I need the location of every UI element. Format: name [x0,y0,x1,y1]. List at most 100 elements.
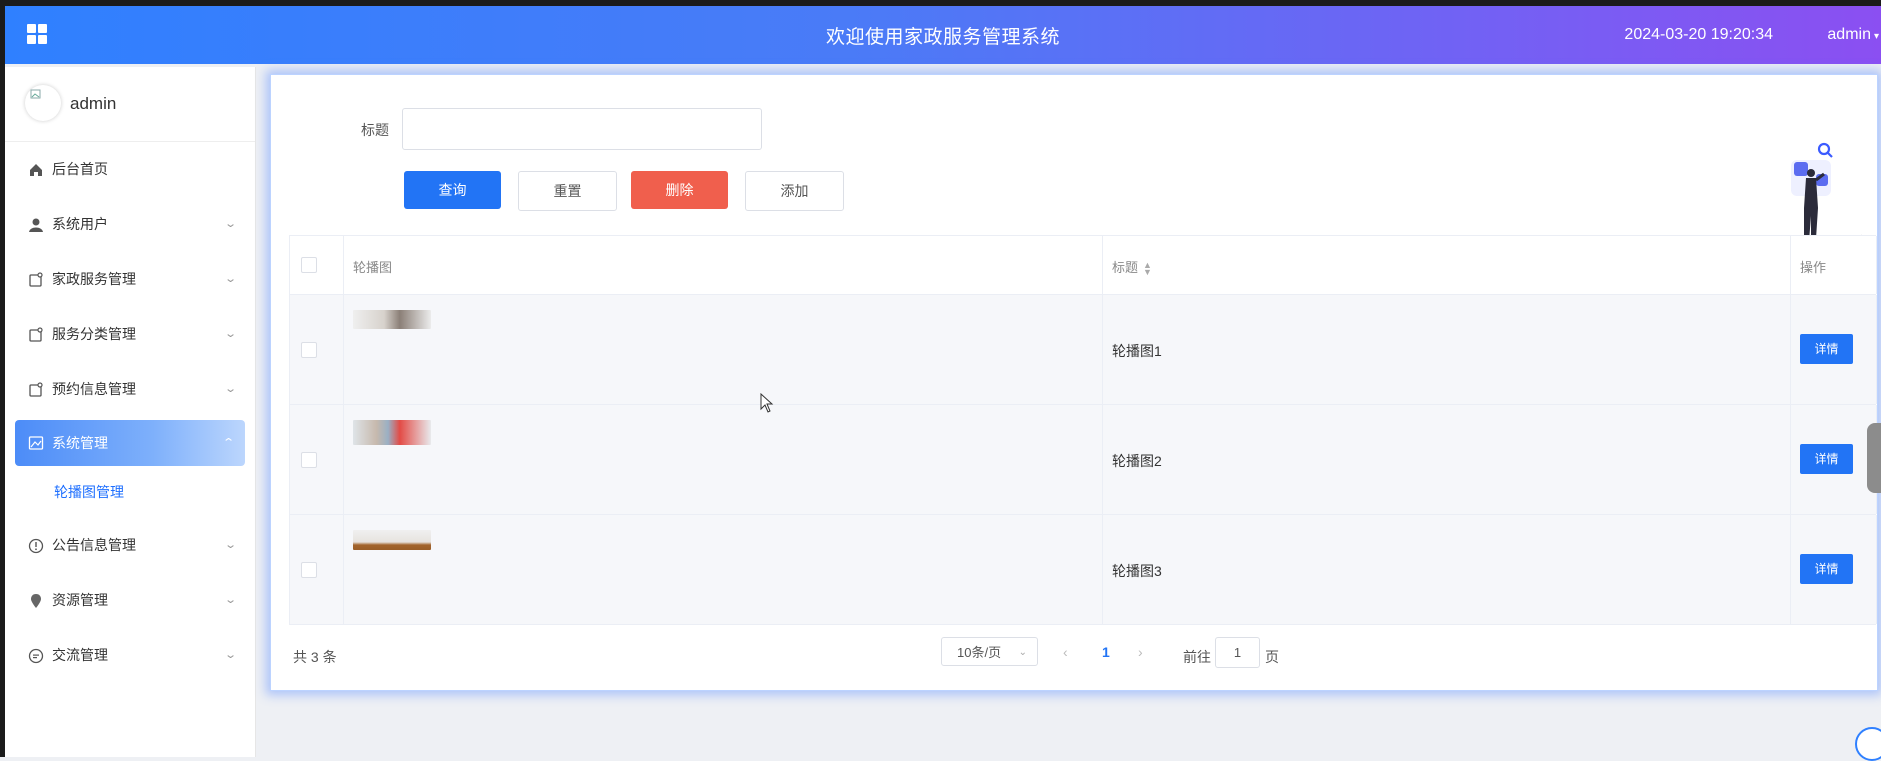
top-header: 欢迎使用家政服务管理系统 2024-03-20 19:20:34 admin ▾ [5,6,1881,64]
carousel-thumbnail [353,310,431,329]
column-header-title-label: 标题 [1112,260,1139,275]
page-size-value: 10条/页 [957,645,1002,660]
pagination-total: 共 3 条 [293,649,337,665]
submenu-item-carousel-management[interactable]: 轮播图管理 [5,466,255,518]
column-header-actions: 操作 [1800,260,1827,275]
title-search-input[interactable] [402,108,762,150]
row-title: 轮播图1 [1112,343,1162,359]
row-check-cell [290,295,344,404]
user-dropdown[interactable]: admin ▾ [1827,26,1879,44]
sidebar-user-name: admin [70,94,117,113]
header-title-cell[interactable]: 标题 ▲ ▼ [1102,236,1791,294]
select-all-checkbox[interactable] [301,257,317,273]
document-icon [29,382,43,397]
floating-widget-icon[interactable] [1855,727,1881,761]
prev-page-button[interactable]: ‹ [1063,644,1068,660]
system-title: 欢迎使用家政服务管理系统 [825,27,1060,48]
sidebar-user-panel: admin [5,67,255,142]
sidebar-item-label: 交流管理 [52,647,108,663]
next-page-button[interactable]: › [1138,644,1143,660]
goto-label: 前往 [1183,649,1211,665]
sidebar-item-home[interactable]: 后台首页 [5,142,255,197]
sort-icon[interactable]: ▲ ▼ [1143,260,1152,276]
add-button[interactable]: 添加 [745,171,844,211]
info-icon [28,538,44,554]
row-checkbox[interactable] [301,562,317,578]
sidebar-item-label: 公告信息管理 [52,537,136,553]
current-page-number[interactable]: 1 [1102,644,1110,660]
document-icon [29,327,43,342]
row-checkbox[interactable] [301,452,317,468]
sidebar-item-communication[interactable]: 交流管理 ⌄ [5,628,255,683]
sidebar-item-service-category[interactable]: 服务分类管理 ⌄ [5,307,255,362]
detail-button[interactable]: 详情 [1800,444,1853,474]
row-image-cell [343,515,1103,624]
sidebar-item-system-users[interactable]: 系统用户 ⌄ [5,197,255,252]
location-icon [31,594,41,608]
goto-page-input[interactable]: 1 [1215,637,1260,668]
column-header-image: 轮播图 [353,260,393,275]
row-image-cell [343,295,1103,404]
table-header-row: 轮播图 标题 ▲ ▼ 操作 [290,236,1877,295]
sidebar-item-label: 系统用户 [52,216,108,232]
mouse-cursor-icon [760,393,774,413]
sidebar-item-appointment[interactable]: 预约信息管理 ⌄ [5,362,255,417]
chevron-down-icon: ⌄ [1018,647,1027,658]
row-check-cell [290,405,344,514]
row-title: 轮播图3 [1112,563,1162,579]
current-datetime: 2024-03-20 19:20:34 [1624,26,1773,43]
image-icon [28,436,44,450]
carousel-thumbnail [353,530,431,550]
sidebar-item-label: 资源管理 [52,592,108,608]
row-checkbox[interactable] [301,342,317,358]
home-icon [30,164,42,176]
sidebar-item-label: 预约信息管理 [52,381,136,397]
chevron-down-icon: ⌄ [223,383,237,395]
header-check-cell [290,236,344,294]
chevron-down-icon: ⌄ [223,328,237,340]
row-actions-cell: 详情 [1790,405,1877,514]
table-row: 轮播图1 详情 [290,295,1877,405]
row-check-cell [290,515,344,624]
chevron-down-icon: ⌄ [223,539,237,551]
sidebar-item-label: 后台首页 [52,161,108,177]
row-title-cell: 轮播图3 [1102,515,1791,624]
side-drawer-handle[interactable] [1867,423,1881,493]
sidebar-menu: 后台首页 系统用户 ⌄ 家政服务管理 ⌄ 服务分类管理 ⌄ 预约信息管理 ⌄ 系… [5,142,255,683]
column-header-title: 标题 ▲ ▼ [1112,257,1152,276]
avatar [25,85,61,121]
user-icon [29,218,43,232]
table-row: 轮播图3 详情 [290,515,1877,625]
query-button[interactable]: 查询 [404,171,501,209]
row-actions-cell: 详情 [1790,295,1877,404]
header-image-cell: 轮播图 [343,236,1103,294]
sidebar-item-system-management[interactable]: 系统管理 ⌃ [15,420,245,466]
sidebar-item-announcement[interactable]: 公告信息管理 ⌄ [5,518,255,573]
chevron-down-icon: ▾ [1873,31,1879,42]
detail-button[interactable]: 详情 [1800,554,1853,584]
sidebar-item-housekeeping-service[interactable]: 家政服务管理 ⌄ [5,252,255,307]
chevron-down-icon: ⌄ [223,273,237,285]
row-image-cell [343,405,1103,514]
content-card: 标题 查询 重置 删除 添加 轮播图 标题 ▲ ▼ 操作 轮播图1 详情 轮播图… [270,74,1878,691]
sidebar: admin 后台首页 系统用户 ⌄ 家政服务管理 ⌄ 服务分类管理 ⌄ 预约信息… [5,67,256,757]
table-row: 轮播图2 详情 [290,405,1877,515]
broken-image-icon [30,89,41,99]
page-size-select[interactable]: 10条/页 ⌄ [941,637,1038,666]
carousel-thumbnail [353,420,431,445]
delete-button[interactable]: 删除 [631,171,728,209]
row-title-cell: 轮播图1 [1102,295,1791,404]
title-filter-label: 标题 [361,122,389,138]
sidebar-item-label: 系统管理 [52,435,108,451]
row-actions-cell: 详情 [1790,515,1877,624]
sidebar-item-resource[interactable]: 资源管理 ⌄ [5,573,255,628]
chevron-down-icon: ⌄ [223,649,237,661]
chevron-up-icon: ⌃ [221,437,235,449]
row-title-cell: 轮播图2 [1102,405,1791,514]
header-actions-cell: 操作 [1790,236,1877,294]
sidebar-item-label: 服务分类管理 [52,326,136,342]
detail-button[interactable]: 详情 [1800,334,1853,364]
row-title: 轮播图2 [1112,453,1162,469]
chevron-down-icon: ⌄ [223,218,237,230]
reset-button[interactable]: 重置 [518,171,617,211]
